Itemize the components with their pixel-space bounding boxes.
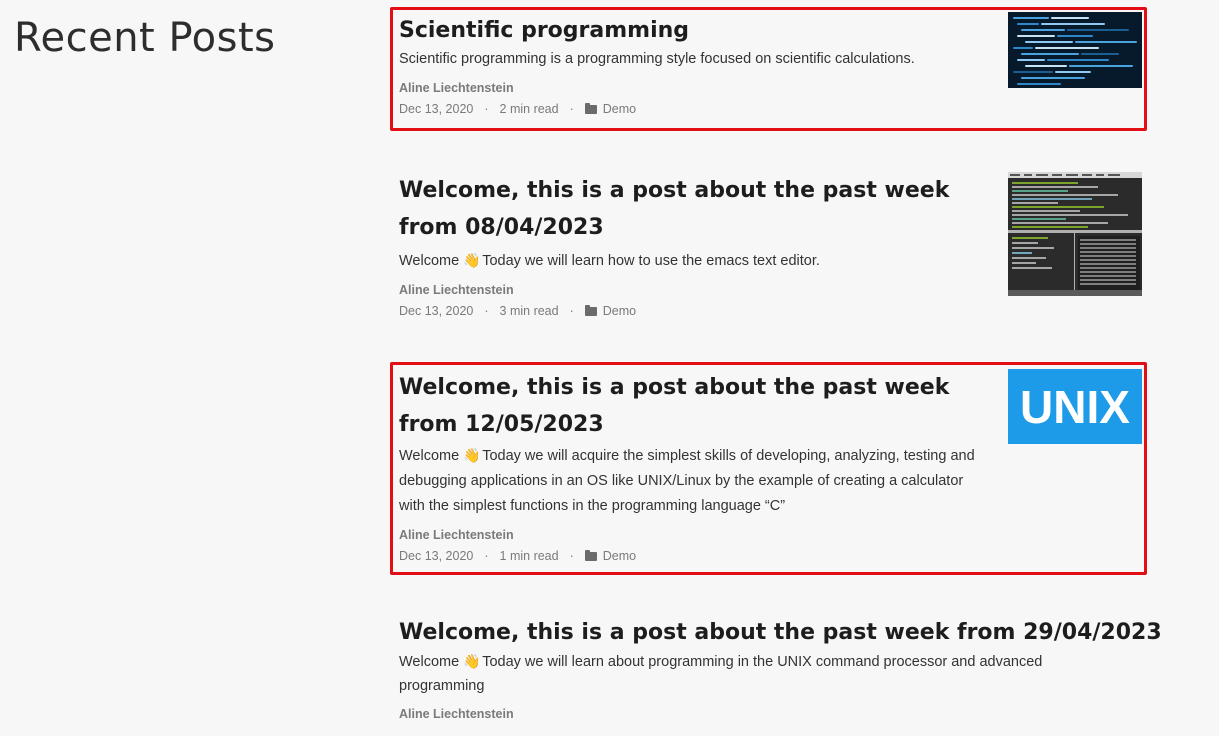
folder-icon xyxy=(584,304,597,316)
waving-hand-icon: 👋 xyxy=(463,653,481,669)
post-title-link[interactable]: Welcome, this is a post about the past w… xyxy=(399,616,1162,650)
meta-separator: · xyxy=(569,304,574,318)
welcome-word: Welcome xyxy=(399,654,460,670)
post-read-time: 2 min read xyxy=(499,102,559,116)
waving-hand-icon: 👋 xyxy=(463,252,481,268)
folder-icon xyxy=(584,102,597,114)
post-excerpt-text: Today we will learn about programming in… xyxy=(399,654,1043,694)
post-read-time: 1 min read xyxy=(499,549,559,563)
folder-icon xyxy=(584,549,597,561)
post-date: Dec 13, 2020 xyxy=(399,304,474,318)
welcome-word: Welcome xyxy=(399,448,460,464)
post-card[interactable]: Scientific programming Scientific progra… xyxy=(390,7,1147,131)
meta-separator: · xyxy=(569,102,574,116)
post-meta: Dec 13, 2020 · 2 min read · Demo xyxy=(399,101,1140,117)
post-excerpt: Welcome 👋 Today we will learn about progr… xyxy=(399,649,1089,698)
post-excerpt-text: Today we will learn how to use the emacs… xyxy=(482,253,820,269)
section-title: Recent Posts xyxy=(14,15,276,61)
unix-logo-text: UNIX xyxy=(1020,381,1130,433)
post-title-link[interactable]: Welcome, this is a post about the past w… xyxy=(399,369,999,443)
post-author-link[interactable]: Aline Liechtenstein xyxy=(399,706,1140,722)
post-category-link[interactable]: Demo xyxy=(603,548,636,564)
post-category-link[interactable]: Demo xyxy=(603,101,636,117)
post-card[interactable]: Welcome, this is a post about the past w… xyxy=(399,616,1162,736)
waving-hand-icon: 👋 xyxy=(463,447,481,463)
post-meta: Dec 13, 2020 · 3 min read · Demo xyxy=(399,303,1140,319)
meta-separator: · xyxy=(484,304,489,318)
post-card[interactable]: Welcome, this is a post about the past w… xyxy=(390,362,1147,575)
post-card[interactable]: Welcome, this is a post about the past w… xyxy=(399,172,1142,324)
welcome-word: Welcome xyxy=(399,253,460,269)
post-title-link[interactable]: Welcome, this is a post about the past w… xyxy=(399,172,999,246)
post-date: Dec 13, 2020 xyxy=(399,549,474,563)
post-thumbnail[interactable] xyxy=(1008,12,1142,88)
meta-separator: · xyxy=(484,549,489,563)
post-thumbnail[interactable] xyxy=(1008,172,1142,296)
post-category-link[interactable]: Demo xyxy=(603,303,636,319)
post-meta: Dec 13, 2020 · 1 min read · Demo xyxy=(399,548,1140,564)
post-read-time: 3 min read xyxy=(499,304,559,318)
meta-separator: · xyxy=(569,549,574,563)
post-excerpt: Welcome 👋 Today we will acquire the simpl… xyxy=(399,443,979,519)
post-author-link[interactable]: Aline Liechtenstein xyxy=(399,527,1140,543)
post-thumbnail[interactable]: UNIX xyxy=(1008,369,1142,444)
meta-separator: · xyxy=(484,102,489,116)
post-excerpt-text: Today we will acquire the simplest skill… xyxy=(399,448,975,514)
post-date: Dec 13, 2020 xyxy=(399,102,474,116)
